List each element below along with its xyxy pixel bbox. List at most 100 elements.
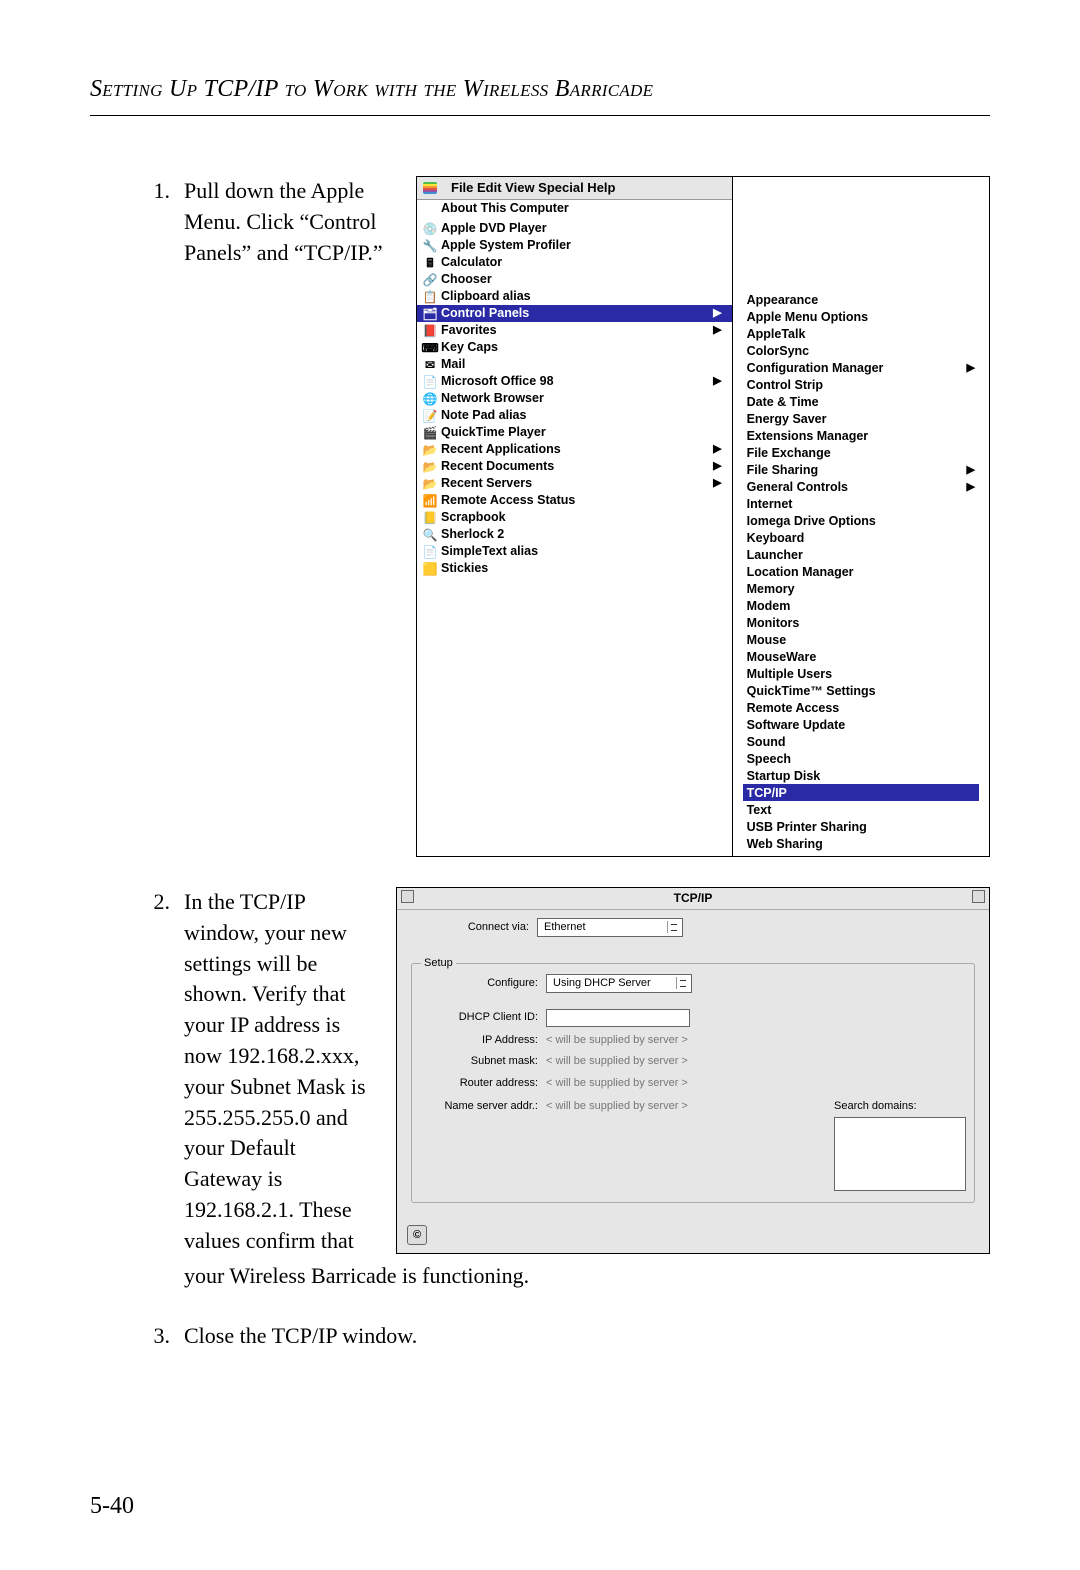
control-panel-item[interactable]: Web Sharing xyxy=(743,835,979,852)
control-panel-item[interactable]: Configuration Manager▶ xyxy=(743,359,979,376)
control-panel-item[interactable]: ColorSync xyxy=(743,342,979,359)
menu-item-label: Recent Servers xyxy=(441,476,532,491)
submenu-arrow-icon: ▶ xyxy=(713,323,721,338)
header-rule xyxy=(90,115,990,116)
step-3-text: Close the TCP/IP window. xyxy=(184,1321,417,1352)
menu-item-icon: 📝 xyxy=(423,409,437,423)
control-panel-item[interactable]: Extensions Manager xyxy=(743,427,979,444)
apple-menu-item[interactable]: 📕Favorites▶ xyxy=(417,322,732,339)
control-panels-submenu: AppearanceApple Menu OptionsAppleTalkCol… xyxy=(733,287,989,856)
apple-menu-item[interactable]: ⌨Key Caps xyxy=(417,339,732,356)
menu-item-icon: 🖩 xyxy=(423,256,437,270)
connect-via-select[interactable]: Ethernet xyxy=(537,918,683,937)
nameserver-value: < will be supplied by server > xyxy=(546,1099,688,1114)
control-panel-item[interactable]: Internet xyxy=(743,495,979,512)
apple-menu-item[interactable]: 📶 Remote Access Status xyxy=(417,492,732,509)
step-2-number: 2. xyxy=(130,887,184,918)
help-button[interactable]: © xyxy=(407,1225,427,1245)
zoom-icon[interactable] xyxy=(972,890,985,903)
apple-menu-item[interactable]: 🟨Stickies xyxy=(417,560,732,577)
dhcp-client-input[interactable] xyxy=(546,1009,690,1027)
apple-menu-item[interactable]: 📄Microsoft Office 98▶ xyxy=(417,373,732,390)
setup-group-label: Setup xyxy=(421,956,456,971)
control-panel-item[interactable]: Monitors xyxy=(743,614,979,631)
apple-menu-item[interactable]: 🎬QuickTime Player xyxy=(417,424,732,441)
apple-menu-item[interactable]: 🖩 Calculator xyxy=(417,254,732,271)
tcpip-title-text: TCP/IP xyxy=(674,891,713,905)
menu-item-icon: 📂 xyxy=(423,443,437,457)
menu-item-label: Recent Applications xyxy=(441,442,561,457)
control-panel-item[interactable]: Launcher xyxy=(743,546,979,563)
control-panel-item[interactable]: Modem xyxy=(743,597,979,614)
control-panel-item[interactable]: Energy Saver xyxy=(743,410,979,427)
control-panel-item[interactable]: Mouse xyxy=(743,631,979,648)
menu-item-icon: ✉ xyxy=(423,358,437,372)
menu-item-label: Sherlock 2 xyxy=(441,527,504,542)
menu-item-icon: 🔗 xyxy=(423,273,437,287)
control-panel-item[interactable]: Control Strip xyxy=(743,376,979,393)
step-2-text-narrow: In the TCP/IP window, your new settings … xyxy=(184,887,374,1257)
control-panel-item[interactable]: Speech xyxy=(743,750,979,767)
control-panel-item[interactable]: Sound xyxy=(743,733,979,750)
apple-menu-item[interactable]: 📋Clipboard alias xyxy=(417,288,732,305)
menu-item-label: Mail xyxy=(441,357,465,372)
control-panel-item[interactable]: Startup Disk xyxy=(743,767,979,784)
nameserver-label: Name server addr.: xyxy=(420,1099,546,1114)
control-panel-item[interactable]: Apple Menu Options xyxy=(743,308,979,325)
apple-menu-item[interactable]: 📝Note Pad alias xyxy=(417,407,732,424)
page-header: Setting Up TCP/IP to Work with the Wirel… xyxy=(90,76,990,103)
control-panel-item[interactable]: Software Update xyxy=(743,716,979,733)
apple-menu-item[interactable]: 💿Apple DVD Player xyxy=(417,220,732,237)
menu-item-icon: 📄 xyxy=(423,375,437,389)
control-panel-item[interactable]: QuickTime™ Settings xyxy=(743,682,979,699)
close-icon[interactable] xyxy=(401,890,414,903)
menu-item-icon: 📒 xyxy=(423,511,437,525)
menu-item-icon: 📶 xyxy=(423,494,437,508)
submenu-arrow-icon: ▶ xyxy=(967,479,975,495)
control-panel-item[interactable]: Appearance xyxy=(743,291,979,308)
apple-menu-item[interactable]: 📂Recent Documents▶ xyxy=(417,458,732,475)
control-panel-item[interactable]: MouseWare xyxy=(743,648,979,665)
control-panel-item[interactable]: Text xyxy=(743,801,979,818)
control-panel-item[interactable]: Remote Access xyxy=(743,699,979,716)
control-panel-item[interactable]: TCP/IP xyxy=(743,784,979,801)
control-panel-item[interactable]: Memory xyxy=(743,580,979,597)
apple-menu-about[interactable]: About This Computer xyxy=(417,200,732,217)
menu-item-icon: 📋 xyxy=(423,290,437,304)
search-domains-input[interactable] xyxy=(834,1117,966,1191)
apple-menu-item[interactable]: 📄SimpleText alias xyxy=(417,543,732,560)
submenu-arrow-icon: ▶ xyxy=(713,476,721,491)
control-panel-item[interactable]: Location Manager xyxy=(743,563,979,580)
apple-menu-screenshot: File Edit View Special Help About This C… xyxy=(416,176,990,857)
menu-item-label: Remote Access Status xyxy=(441,493,575,508)
menu-separator xyxy=(417,218,732,219)
menu-item-icon: 📕 xyxy=(423,324,437,338)
control-panel-item[interactable]: Keyboard xyxy=(743,529,979,546)
menu-item-icon: 📂 xyxy=(423,460,437,474)
control-panel-item[interactable]: General Controls▶ xyxy=(743,478,979,495)
apple-menu-item[interactable]: 🗂Control Panels▶ xyxy=(417,305,732,322)
control-panel-item[interactable]: USB Printer Sharing xyxy=(743,818,979,835)
apple-menu-item[interactable]: 📂Recent Applications▶ xyxy=(417,441,732,458)
submenu-arrow-icon: ▶ xyxy=(713,306,721,321)
apple-menu-item[interactable]: ✉ Mail xyxy=(417,356,732,373)
control-panel-item[interactable]: File Exchange xyxy=(743,444,979,461)
submenu-arrow-icon: ▶ xyxy=(713,374,721,389)
apple-menu-item[interactable]: 📂Recent Servers▶ xyxy=(417,475,732,492)
apple-menu-item[interactable]: 🔗Chooser xyxy=(417,271,732,288)
apple-logo-icon xyxy=(423,182,437,194)
menu-item-label: Calculator xyxy=(441,255,502,270)
apple-menu-item[interactable]: 🔍Sherlock 2 xyxy=(417,526,732,543)
menu-item-label: SimpleText alias xyxy=(441,544,538,559)
menu-item-icon: 💿 xyxy=(423,222,437,236)
control-panel-item[interactable]: File Sharing▶ xyxy=(743,461,979,478)
control-panel-item[interactable]: Iomega Drive Options xyxy=(743,512,979,529)
control-panel-item[interactable]: Date & Time xyxy=(743,393,979,410)
apple-menu-item[interactable]: 🌐Network Browser xyxy=(417,390,732,407)
control-panel-item[interactable]: AppleTalk xyxy=(743,325,979,342)
apple-menu-item[interactable]: 📒Scrapbook xyxy=(417,509,732,526)
apple-menu-item[interactable]: 🔧Apple System Profiler xyxy=(417,237,732,254)
control-panel-item[interactable]: Multiple Users xyxy=(743,665,979,682)
configure-select[interactable]: Using DHCP Server xyxy=(546,974,692,993)
subnet-label: Subnet mask: xyxy=(420,1054,546,1069)
